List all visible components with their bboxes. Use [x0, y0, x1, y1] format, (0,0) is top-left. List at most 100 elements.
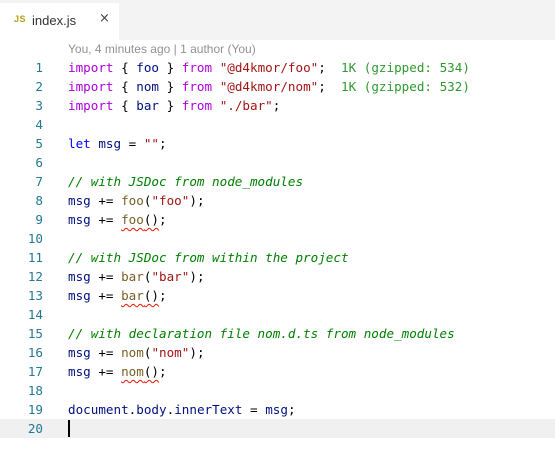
- code-line[interactable]: 1 import { foo } from "@d4kmor/foo"; 1K (…: [0, 58, 555, 77]
- code-token: bar: [121, 288, 144, 303]
- code-token: document: [68, 402, 129, 417]
- code-token: );: [189, 193, 205, 208]
- code-token: import: [68, 98, 114, 113]
- code-line[interactable]: 7 // with JSDoc from node_modules: [0, 172, 555, 191]
- code-token: msg: [68, 345, 91, 360]
- code-text: msg += nom("nom");: [68, 343, 205, 362]
- code-line[interactable]: 2 import { nom } from "@d4kmor/nom"; 1K (…: [0, 77, 555, 96]
- code-line[interactable]: 19 document.body.innerText = msg;: [0, 400, 555, 419]
- code-token: msg: [265, 402, 288, 417]
- code-token: }: [159, 79, 182, 94]
- code-token: ;: [159, 212, 167, 227]
- code-line[interactable]: 16 msg += nom("nom");: [0, 343, 555, 362]
- code-token: msg: [68, 212, 91, 227]
- code-line[interactable]: 8 msg += foo("foo");: [0, 191, 555, 210]
- line-number: 11: [27, 250, 43, 265]
- code-token: "": [143, 136, 160, 151]
- code-token: "nom": [151, 345, 190, 360]
- code-text: // with declaration file nom.d.ts from n…: [68, 324, 455, 343]
- code-token: ;: [159, 288, 167, 303]
- code-line[interactable]: 18: [0, 381, 555, 400]
- code-token: =: [242, 402, 266, 417]
- code-token: ;: [287, 402, 296, 417]
- line-number: 1: [35, 60, 43, 75]
- code-token: ;: [318, 79, 326, 94]
- code-text: msg += foo("foo");: [68, 191, 205, 210]
- line-number: 20: [27, 421, 43, 436]
- code-token: msg: [98, 136, 122, 151]
- javascript-file-icon: JS: [14, 14, 27, 24]
- code-token: // with declaration file nom.d.ts from n…: [68, 326, 455, 341]
- code-line[interactable]: 5 let msg = "";: [0, 134, 555, 153]
- code-line[interactable]: 13 msg += bar();: [0, 286, 555, 305]
- line-number: 14: [27, 307, 43, 322]
- code-token: import: [68, 60, 114, 75]
- code-token: ;: [159, 136, 167, 151]
- code-token: // with JSDoc from node_modules: [68, 174, 304, 189]
- editor-tab-bar: JS index.js ×: [0, 0, 555, 40]
- line-number: 13: [27, 288, 43, 303]
- line-number: 8: [35, 193, 43, 208]
- code-token: +=: [90, 288, 122, 303]
- line-number: 10: [27, 231, 43, 246]
- code-line[interactable]: 6: [0, 153, 555, 172]
- code-token: bar: [136, 98, 159, 113]
- line-number: 18: [27, 383, 43, 398]
- import-cost-hint: 1K (gzipped: 534): [325, 60, 470, 75]
- code-token: );: [189, 345, 205, 360]
- code-line[interactable]: 3 import { bar } from "./bar";: [0, 96, 555, 115]
- code-token: bar: [121, 269, 144, 284]
- codelens-author-info[interactable]: You, 4 minutes ago | 1 author (You): [68, 40, 256, 58]
- code-token: from: [181, 60, 213, 75]
- code-token: // with JSDoc from within the project: [68, 250, 349, 265]
- code-token: }: [159, 98, 182, 113]
- code-line[interactable]: 14: [0, 305, 555, 324]
- code-token: ;: [318, 60, 326, 75]
- code-token: {: [113, 60, 137, 75]
- line-number: 5: [35, 136, 43, 151]
- code-line[interactable]: 12 msg += bar("bar");: [0, 267, 555, 286]
- code-line[interactable]: 9 msg += foo();: [0, 210, 555, 229]
- code-token: foo: [121, 212, 144, 227]
- code-token: let: [68, 136, 91, 151]
- line-number: 6: [35, 155, 43, 170]
- line-number: 15: [27, 326, 43, 341]
- code-line[interactable]: 11 // with JSDoc from within the project: [0, 248, 555, 267]
- code-line[interactable]: 10: [0, 229, 555, 248]
- code-text: // with JSDoc from within the project: [68, 248, 349, 267]
- code-token: +=: [90, 345, 122, 360]
- line-number: 3: [35, 98, 43, 113]
- tab-label: index.js: [32, 13, 77, 28]
- code-token: from: [181, 79, 213, 94]
- code-line[interactable]: 15 // with declaration file nom.d.ts from…: [0, 324, 555, 343]
- code-line[interactable]: 20: [0, 419, 555, 438]
- code-token: (): [143, 288, 160, 303]
- code-token: +=: [90, 364, 122, 379]
- line-number: 9: [35, 212, 43, 227]
- code-editor[interactable]: You, 4 minutes ago | 1 author (You) 1 imp…: [0, 40, 555, 457]
- code-text: document.body.innerText = msg;: [68, 400, 296, 419]
- code-token: from: [181, 98, 213, 113]
- code-token: +=: [90, 212, 122, 227]
- code-token: body: [136, 402, 167, 417]
- code-token: import: [68, 79, 114, 94]
- code-token: "./bar": [219, 98, 273, 113]
- close-icon[interactable]: ×: [99, 11, 110, 26]
- code-token: nom: [121, 345, 144, 360]
- code-token: msg: [68, 193, 91, 208]
- line-number: 7: [35, 174, 43, 189]
- code-token: foo: [121, 193, 144, 208]
- code-token: {: [113, 98, 137, 113]
- code-token: ;: [159, 364, 167, 379]
- tab-index-js[interactable]: JS index.js ×: [0, 3, 119, 40]
- code-token: }: [159, 60, 182, 75]
- code-line[interactable]: 17 msg += nom();: [0, 362, 555, 381]
- line-number: 19: [27, 402, 43, 417]
- code-line[interactable]: 4: [0, 115, 555, 134]
- text-cursor: [68, 420, 70, 437]
- code-token: foo: [136, 60, 159, 75]
- code-token: msg: [68, 288, 91, 303]
- code-token: +=: [90, 269, 122, 284]
